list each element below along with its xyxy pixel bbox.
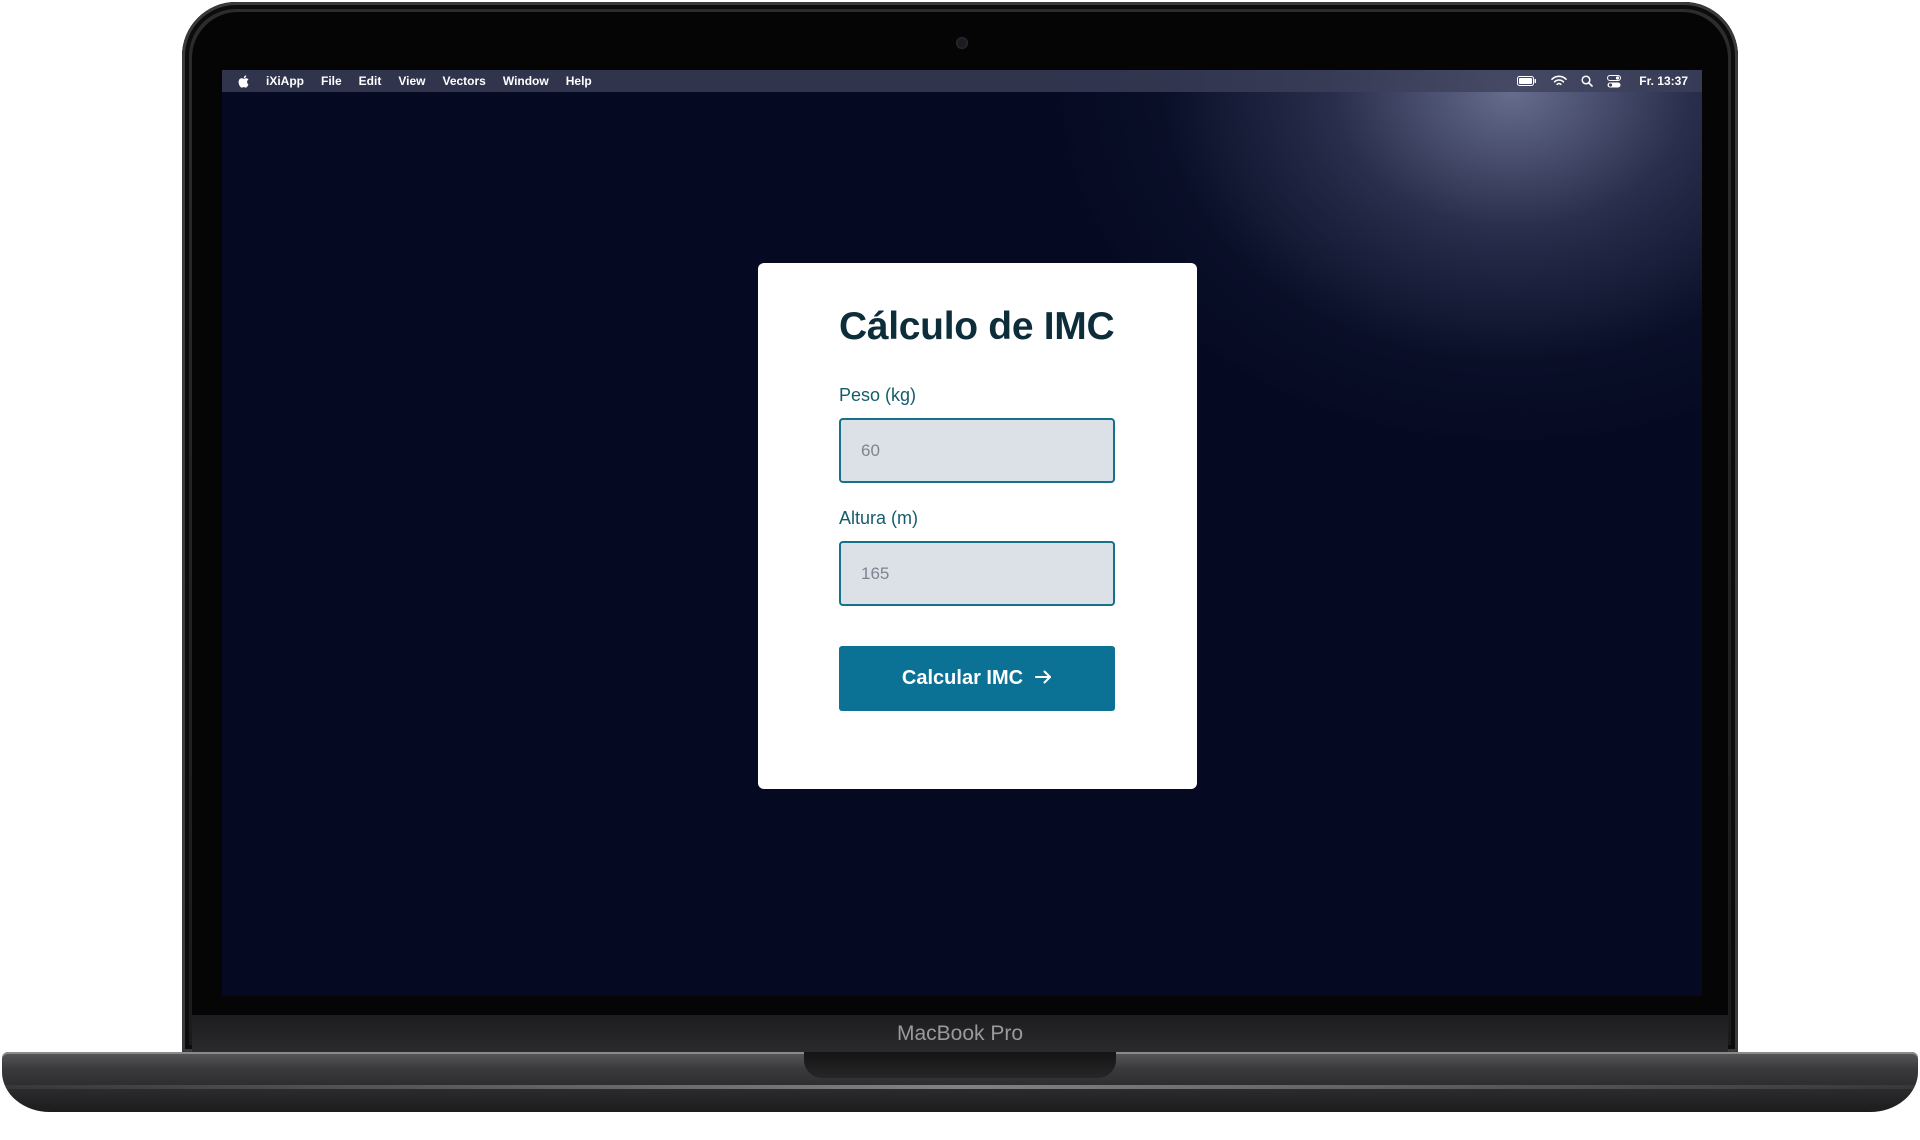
weight-label: Peso (kg) bbox=[839, 385, 917, 405]
calculate-imc-button[interactable]: Calcular IMC bbox=[839, 646, 1115, 711]
control-center-icon[interactable] bbox=[1607, 74, 1622, 88]
camera-icon bbox=[956, 37, 968, 49]
menu-window[interactable]: Window bbox=[503, 74, 549, 88]
page-title: Cálculo de IMC bbox=[839, 305, 1115, 348]
menu-bar: iXiApp File Edit View Vectors Window Hel… bbox=[222, 70, 1702, 92]
apple-logo-icon[interactable] bbox=[238, 75, 249, 88]
wifi-icon[interactable] bbox=[1551, 75, 1568, 87]
menu-view[interactable]: View bbox=[398, 74, 425, 88]
imc-form: Cálculo de IMC Peso (kg) Altura (m) Calc… bbox=[839, 305, 1115, 711]
menu-file[interactable]: File bbox=[321, 74, 342, 88]
menu-edit[interactable]: Edit bbox=[359, 74, 382, 88]
device-brand-label: MacBook Pro bbox=[896, 1022, 1024, 1045]
laptop-base-highlight bbox=[2, 1085, 1918, 1089]
calculate-imc-button-label: Calcular IMC bbox=[901, 667, 1024, 689]
laptop-mockup: iXiApp File Edit View Vectors Window Hel… bbox=[0, 0, 1920, 1140]
search-icon[interactable] bbox=[1581, 75, 1594, 87]
weight-input[interactable] bbox=[839, 418, 1115, 483]
battery-icon[interactable] bbox=[1517, 76, 1537, 86]
desktop-screen: iXiApp File Edit View Vectors Window Hel… bbox=[222, 70, 1702, 996]
menu-vectors[interactable]: Vectors bbox=[442, 74, 485, 88]
arrow-right-icon bbox=[1035, 667, 1052, 690]
menu-clock[interactable]: Fr. 13:37 bbox=[1639, 74, 1688, 88]
height-input[interactable] bbox=[839, 541, 1115, 606]
menu-app-name[interactable]: iXiApp bbox=[266, 74, 304, 88]
laptop-hinge-notch bbox=[804, 1052, 1116, 1078]
height-label: Altura (m) bbox=[839, 508, 919, 528]
menu-help[interactable]: Help bbox=[566, 74, 592, 88]
imc-calculator-card: Cálculo de IMC Peso (kg) Altura (m) Calc… bbox=[758, 263, 1197, 789]
